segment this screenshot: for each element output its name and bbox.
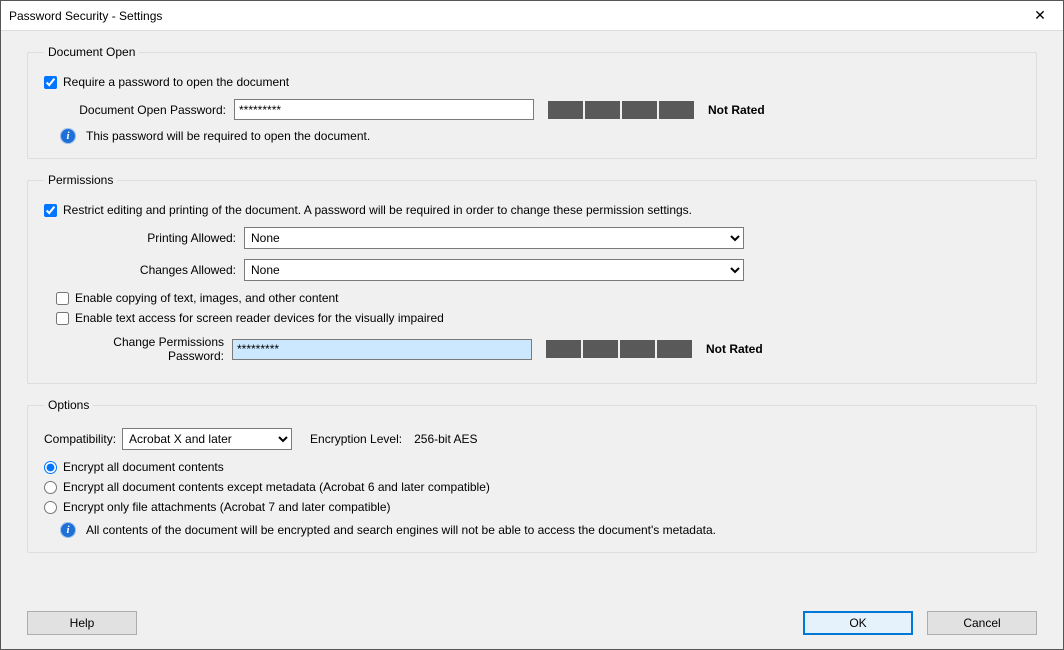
meter-bar <box>657 340 692 358</box>
meter-bar <box>585 101 620 119</box>
help-button[interactable]: Help <box>27 611 137 635</box>
change-permissions-password-label: Change Permissions Password: <box>56 335 232 363</box>
restrict-editing-label: Restrict editing and printing of the doc… <box>63 203 692 217</box>
restrict-editing-input[interactable] <box>44 204 57 217</box>
encrypt-all-label: Encrypt all document contents <box>63 460 224 474</box>
compatibility-label: Compatibility: <box>44 432 122 446</box>
encrypt-all-input[interactable] <box>44 461 57 474</box>
changes-allowed-label: Changes Allowed: <box>44 263 244 277</box>
encrypt-attachments-label: Encrypt only file attachments (Acrobat 7… <box>63 500 391 514</box>
info-icon: i <box>60 522 76 538</box>
encryption-level-value: 256-bit AES <box>414 432 477 446</box>
meter-bar <box>583 340 618 358</box>
close-button[interactable]: ✕ <box>1017 1 1063 31</box>
meter-bar <box>548 101 583 119</box>
require-password-input[interactable] <box>44 76 57 89</box>
encrypt-except-metadata-radio[interactable]: Encrypt all document contents except met… <box>44 480 490 494</box>
compatibility-select[interactable]: Acrobat X and later <box>122 428 292 450</box>
meter-bar <box>620 340 655 358</box>
cancel-button[interactable]: Cancel <box>927 611 1037 635</box>
restrict-editing-checkbox[interactable]: Restrict editing and printing of the doc… <box>44 203 692 217</box>
enable-copying-checkbox[interactable]: Enable copying of text, images, and othe… <box>56 291 339 305</box>
group-options: Options Compatibility: Acrobat X and lat… <box>27 398 1037 553</box>
group-options-legend: Options <box>44 398 93 412</box>
doc-open-password-label: Document Open Password: <box>44 103 234 117</box>
meter-bar <box>546 340 581 358</box>
meter-bar <box>659 101 694 119</box>
group-document-open: Document Open Require a password to open… <box>27 45 1037 159</box>
doc-open-password-input[interactable] <box>234 99 534 120</box>
options-info-text: All contents of the document will be enc… <box>86 523 716 537</box>
encryption-level-label: Encryption Level: <box>310 432 402 446</box>
title-bar: Password Security - Settings ✕ <box>1 1 1063 31</box>
enable-text-access-label: Enable text access for screen reader dev… <box>75 311 444 325</box>
encrypt-except-metadata-input[interactable] <box>44 481 57 494</box>
enable-copying-label: Enable copying of text, images, and othe… <box>75 291 339 305</box>
encrypt-all-radio[interactable]: Encrypt all document contents <box>44 460 224 474</box>
printing-allowed-label: Printing Allowed: <box>44 231 244 245</box>
info-icon: i <box>60 128 76 144</box>
encrypt-attachments-input[interactable] <box>44 501 57 514</box>
password-strength-meter <box>546 340 692 358</box>
group-permissions: Permissions Restrict editing and printin… <box>27 173 1037 384</box>
ok-button[interactable]: OK <box>803 611 913 635</box>
changes-allowed-select[interactable]: None <box>244 259 744 281</box>
group-permissions-legend: Permissions <box>44 173 117 187</box>
password-strength-rating: Not Rated <box>708 103 765 117</box>
require-password-checkbox[interactable]: Require a password to open the document <box>44 75 289 89</box>
enable-text-access-input[interactable] <box>56 312 69 325</box>
enable-text-access-checkbox[interactable]: Enable text access for screen reader dev… <box>56 311 444 325</box>
dialog-buttons: Help OK Cancel <box>1 601 1063 649</box>
change-permissions-password-input[interactable] <box>232 339 532 360</box>
doc-open-info-text: This password will be required to open t… <box>86 129 370 143</box>
password-strength-meter <box>548 101 694 119</box>
encrypt-attachments-radio[interactable]: Encrypt only file attachments (Acrobat 7… <box>44 500 391 514</box>
dialog-content: Document Open Require a password to open… <box>1 31 1063 601</box>
group-document-open-legend: Document Open <box>44 45 139 59</box>
window-title: Password Security - Settings <box>9 9 1017 23</box>
meter-bar <box>622 101 657 119</box>
close-icon: ✕ <box>1034 7 1046 24</box>
printing-allowed-select[interactable]: None <box>244 227 744 249</box>
require-password-label: Require a password to open the document <box>63 75 289 89</box>
enable-copying-input[interactable] <box>56 292 69 305</box>
encrypt-except-metadata-label: Encrypt all document contents except met… <box>63 480 490 494</box>
password-strength-rating: Not Rated <box>706 342 763 356</box>
